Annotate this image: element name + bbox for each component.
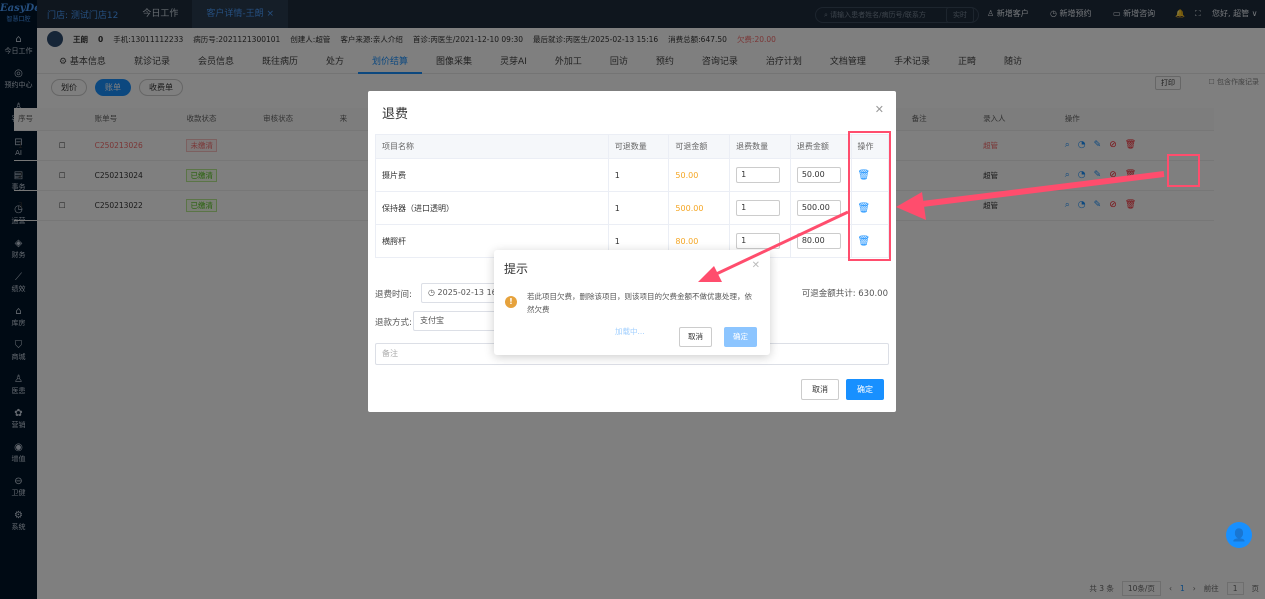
arrow-to-operation: [913, 171, 1165, 208]
annotation-arrows: [698, 171, 1165, 282]
arrow-head-left: [896, 192, 926, 220]
arrow-to-alert: [711, 210, 849, 278]
